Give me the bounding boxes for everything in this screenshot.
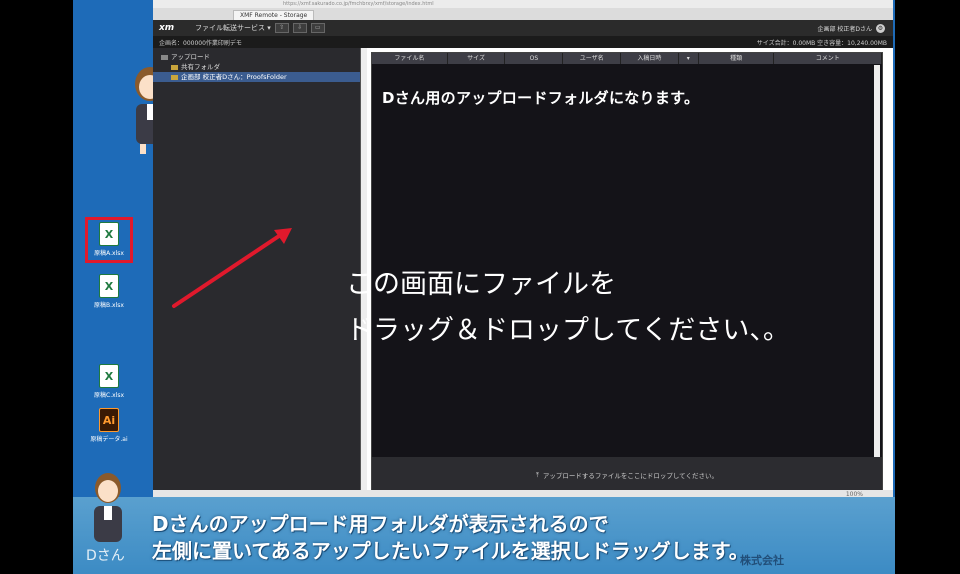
speaker-name: Dさん: [86, 548, 125, 564]
folder-heading: Dさん用のアップロードフォルダになります。: [382, 89, 700, 107]
excel-icon: X: [99, 274, 119, 298]
address-bar[interactable]: https://xmf.sakurado.co.jp/fmchbrxy/xmf/…: [153, 0, 893, 8]
drop-zone[interactable]: ⤒ アップロードするファイルをここにドロップしてください。: [372, 457, 882, 493]
folder-icon: [171, 74, 178, 80]
download-icon[interactable]: ⇩: [292, 23, 307, 33]
sort-icon[interactable]: ▾: [679, 53, 699, 64]
caption-line: Dさんのアップロード用フォルダが表示されるので: [152, 512, 609, 536]
upload-icon: ⤒: [536, 470, 539, 479]
column-header[interactable]: ファイル名: [372, 53, 448, 64]
tree-item-shared[interactable]: 共有フォルダ: [153, 62, 360, 72]
toolbar-menu: ファイル転送サービス ▾ ⇧ ⇩ ▭: [195, 23, 325, 33]
folder-icon: [171, 64, 178, 70]
desktop-file-icon[interactable]: Ai 原稿データ.ai: [86, 408, 132, 443]
instruction-line: ドラッグ＆ドロップしてください、。: [346, 315, 790, 346]
column-header[interactable]: サイズ: [448, 53, 506, 64]
desktop-file-icon[interactable]: X 原稿B.xlsx: [86, 274, 132, 309]
delete-icon[interactable]: ▭: [310, 23, 325, 33]
folder-icon: [161, 54, 168, 60]
gear-icon[interactable]: ⚙: [876, 23, 885, 33]
browser-tab[interactable]: XMF Remote - Storage: [233, 10, 315, 20]
illustrator-icon: Ai: [99, 408, 119, 432]
app-toolbar: xm ファイル転送サービス ▾ ⇧ ⇩ ▭ 企画部 校正者Dさん ⚙: [153, 20, 893, 36]
user-name: 企画部 校正者Dさん: [817, 25, 872, 33]
caption-line: 左側に置いてあるアップしたいファイルを選択しドラッグします。: [152, 539, 749, 563]
storage-usage: サイズ合計：0.00MB 空き容量：10,240.00MB: [756, 39, 887, 47]
column-header[interactable]: コメント: [774, 53, 883, 64]
instruction-line: この画面にファイルを: [346, 269, 616, 300]
app-logo: xm: [159, 23, 175, 33]
drop-hint: アップロードするファイルをここにドロップしてください。: [542, 472, 718, 480]
desktop-file-label: 原稿データ.ai: [90, 436, 128, 443]
service-menu[interactable]: ファイル転送サービス ▾: [195, 23, 271, 33]
watermark: 株式会社: [740, 554, 784, 567]
info-bar: 企画名：000000作業印刷デモ サイズ合計：0.00MB 空き容量：10,24…: [153, 36, 893, 48]
desktop-file-label: 原稿C.xlsx: [94, 392, 124, 399]
tree-item-user-folder[interactable]: 企画部 校正者Dさん：ProofsFolder: [153, 72, 360, 82]
user-area: 企画部 校正者Dさん ⚙: [817, 23, 885, 33]
instruction-overlay: この画面にファイルを ドラッグ＆ドロップしてください、。: [346, 262, 790, 354]
selection-highlight: [85, 217, 133, 263]
scrollbar[interactable]: [874, 65, 880, 457]
desktop-file-icon[interactable]: X 原稿C.xlsx: [86, 364, 132, 399]
breadcrumb: 企画名：000000作業印刷デモ: [159, 39, 242, 47]
column-header[interactable]: 入稿日時: [621, 53, 679, 64]
column-header[interactable]: ユーザ名: [563, 53, 622, 64]
table-header: ファイル名 サイズ OS ユーザ名 入稿日時 ▾ 種類 コメント: [372, 53, 883, 64]
tree-item-upload[interactable]: アップロード: [153, 52, 360, 62]
excel-icon: X: [99, 364, 119, 388]
column-header[interactable]: 種類: [699, 53, 775, 64]
drag-arrow: [172, 228, 292, 308]
video-frame: X 原稿A.xlsx X 原稿B.xlsx X 原稿C.xlsx Ai 原稿デー…: [0, 0, 960, 574]
column-header[interactable]: OS: [505, 53, 564, 64]
presenter-character-bottom: [94, 473, 122, 542]
upload-icon[interactable]: ⇧: [274, 23, 289, 33]
desktop-file-label: 原稿B.xlsx: [94, 302, 124, 309]
